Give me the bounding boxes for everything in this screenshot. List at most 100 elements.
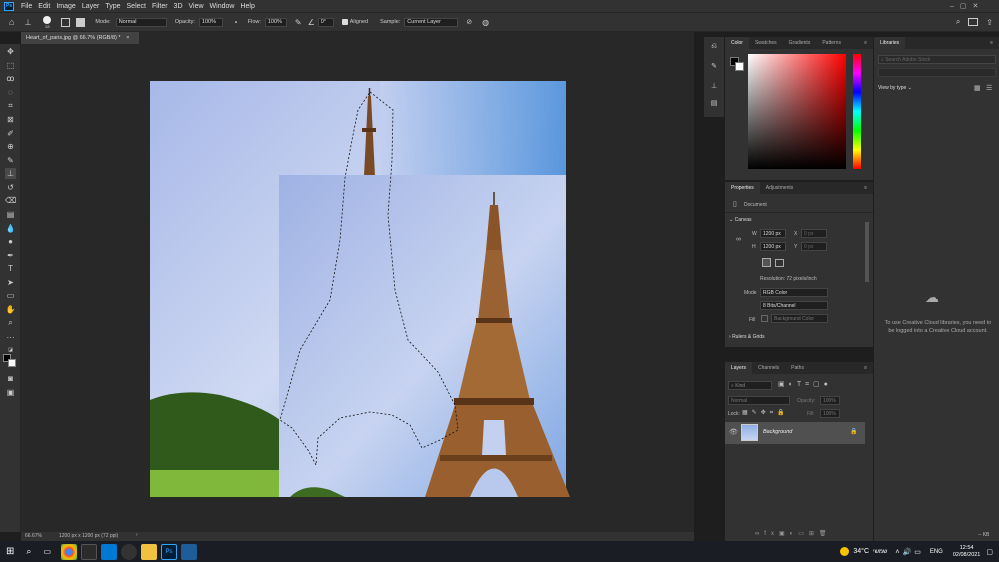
clock-time: 12:54 — [959, 544, 974, 551]
task-view-icon[interactable]: ▭ — [43, 547, 51, 556]
store-icon[interactable] — [81, 543, 97, 560]
properties-panel: Properties Adjustments ≡ ▯ Document ⌄ Ca… — [725, 182, 873, 347]
width-label: W — [752, 231, 757, 237]
tab-libraries[interactable]: Libraries — [874, 37, 906, 49]
link-icon[interactable]: ∞ — [736, 236, 741, 243]
obs-icon[interactable] — [121, 543, 137, 560]
x-label: X — [794, 231, 798, 237]
background-swatch[interactable] — [735, 62, 744, 71]
color-panel-tabs: Color Swatches Gradients Patterns ≡ — [725, 37, 873, 49]
width-field[interactable]: 1200 px — [760, 229, 786, 238]
clock[interactable]: 12:54 02/08/2021 — [953, 545, 981, 559]
file-explorer-icon[interactable] — [141, 543, 157, 560]
system-tray-icons[interactable]: ˄🔊▭ — [895, 548, 923, 556]
tab-properties[interactable]: Properties — [725, 182, 760, 194]
mode-label: Mode — [744, 290, 757, 296]
status-bar: 66.67% 1200 px x 1200 px (72 ppi) › — [21, 532, 694, 541]
tab-gradients[interactable]: Gradients — [783, 37, 817, 49]
view-by-type-dropdown[interactable]: View by type ⌄ — [878, 85, 912, 91]
mail-icon[interactable] — [101, 543, 117, 560]
weather-sun-icon[interactable] — [840, 547, 850, 556]
search-icon[interactable]: ⌕ — [26, 546, 31, 557]
stock-search-input[interactable]: ⌕ Search Adobe Stock — [878, 55, 996, 64]
weather-temp[interactable]: 34°C — [853, 548, 869, 555]
layer-row-background[interactable]: 👁 Background 🔒 — [725, 422, 865, 444]
library-dropdown[interactable] — [878, 68, 996, 77]
lawn — [150, 470, 280, 497]
layer-opacity-field[interactable]: 100% — [820, 396, 840, 405]
actions-icon[interactable]: ▤ — [709, 99, 719, 109]
color-field[interactable] — [748, 54, 846, 169]
panel-menu-icon[interactable]: ≡ — [984, 37, 999, 49]
layer-fill-field[interactable]: 100% — [820, 409, 840, 418]
panel-dock: ⎌ ✎ ⊥ ▤ — [704, 37, 724, 117]
zoom-level[interactable]: 66.67% — [25, 533, 42, 539]
document-label: Document — [744, 202, 767, 208]
tab-layers[interactable]: Layers — [725, 362, 753, 374]
libraries-login-message: To use Creative Cloud libraries, you nee… — [884, 320, 992, 334]
photoshop-taskbar-icon[interactable]: Ps — [161, 543, 177, 560]
panel-menu-icon[interactable]: ≡ — [858, 182, 873, 194]
layer-opacity-label: Opacity: — [797, 398, 816, 404]
layer-fill-label: Fill: — [807, 411, 815, 417]
layer-lock-icon: 🔒 — [850, 429, 858, 435]
libraries-panel: Libraries ≡ ⌕ Search Adobe Stock View by… — [874, 37, 999, 541]
color-panel: Color Swatches Gradients Patterns ≡ — [725, 37, 873, 180]
layer-filter-icons[interactable]: ▣◐T⌗▢● — [778, 380, 832, 389]
fill-label: Fill — [749, 317, 756, 323]
canvas-section-toggle[interactable]: ⌄ Canvas — [729, 217, 752, 223]
layer-thumbnail — [741, 424, 758, 441]
properties-scrollbar[interactable] — [865, 222, 869, 282]
windows-start-icon[interactable]: ⊞ — [6, 546, 14, 557]
blend-mode-dropdown[interactable]: Normal — [728, 396, 790, 405]
panel-menu-icon[interactable]: ≡ — [858, 362, 873, 374]
height-field[interactable]: 1200 px — [760, 242, 786, 251]
document-icon: ▯ — [733, 201, 737, 208]
tab-color[interactable]: Color — [725, 37, 749, 49]
canvas-heading: Canvas — [734, 217, 752, 223]
color-mode-dropdown[interactable]: RGB Color — [760, 288, 828, 297]
tab-patterns[interactable]: Patterns — [816, 37, 847, 49]
lock-icons[interactable]: ▦✎✥⌗🔒 — [742, 409, 789, 417]
landscape-icon[interactable] — [775, 259, 784, 267]
list-view-icon[interactable]: ☰ — [986, 84, 992, 92]
panel-menu-icon[interactable]: ≡ — [858, 37, 873, 49]
tab-adjustments[interactable]: Adjustments — [760, 182, 800, 194]
clock-date: 02/08/2021 — [952, 551, 981, 558]
status-arrow-icon[interactable]: › — [136, 532, 138, 538]
rulers-section-toggle[interactable]: › Rulers & Grids — [729, 334, 765, 340]
grid-view-icon[interactable]: ▦ — [974, 84, 981, 92]
portrait-icon[interactable] — [762, 258, 771, 267]
notifications-icon[interactable]: ▢ — [986, 548, 993, 556]
resolution-text: Resolution: 72 pixels/inch — [760, 276, 817, 282]
hue-slider[interactable] — [853, 54, 861, 169]
visibility-eye-icon[interactable]: 👁 — [729, 428, 738, 436]
tab-channels[interactable]: Channels — [752, 362, 785, 374]
fill-dropdown[interactable]: Background Color — [771, 314, 828, 323]
history-icon[interactable]: ⎌ — [709, 42, 719, 52]
tab-paths[interactable]: Paths — [785, 362, 810, 374]
tab-swatches[interactable]: Swatches — [749, 37, 783, 49]
y-label: Y — [794, 244, 798, 250]
y-field[interactable]: 0 px — [801, 242, 827, 251]
layers-footer-icons[interactable]: ∞fx▣◐▭⊞🗑 — [755, 530, 832, 537]
layer-filter-kind[interactable]: ⌕ Kind — [728, 381, 772, 390]
x-field[interactable]: 0 px — [801, 229, 827, 238]
document-info[interactable]: 1200 px x 1200 px (72 ppi) — [59, 533, 118, 539]
brush-panel-icon[interactable]: ✎ — [709, 62, 719, 72]
chrome-icon[interactable] — [61, 543, 77, 560]
taskbar: ⊞ ⌕ ▭ Ps 34°C שמשי ˄🔊▭ ENG 12:54 02/08/2… — [0, 541, 999, 562]
bit-depth-dropdown[interactable]: 8 Bits/Channel — [760, 301, 828, 310]
weather-description[interactable]: שמשי — [873, 549, 887, 555]
layers-panel: Layers Channels Paths ≡ ⌕ Kind ▣◐T⌗▢● No… — [725, 362, 873, 541]
creative-cloud-icon: ☁ — [925, 289, 939, 305]
rulers-heading: Rulers & Grids — [732, 334, 765, 340]
layer-name[interactable]: Background — [763, 429, 792, 435]
language-indicator[interactable]: ENG — [930, 549, 943, 555]
photos-icon[interactable] — [181, 543, 197, 560]
fill-swatch[interactable] — [761, 315, 768, 322]
library-size: -- KB — [978, 532, 990, 538]
clone-source-panel-icon[interactable]: ⊥ — [709, 82, 719, 92]
sky-top-right — [380, 81, 566, 177]
height-label: H — [752, 244, 756, 250]
